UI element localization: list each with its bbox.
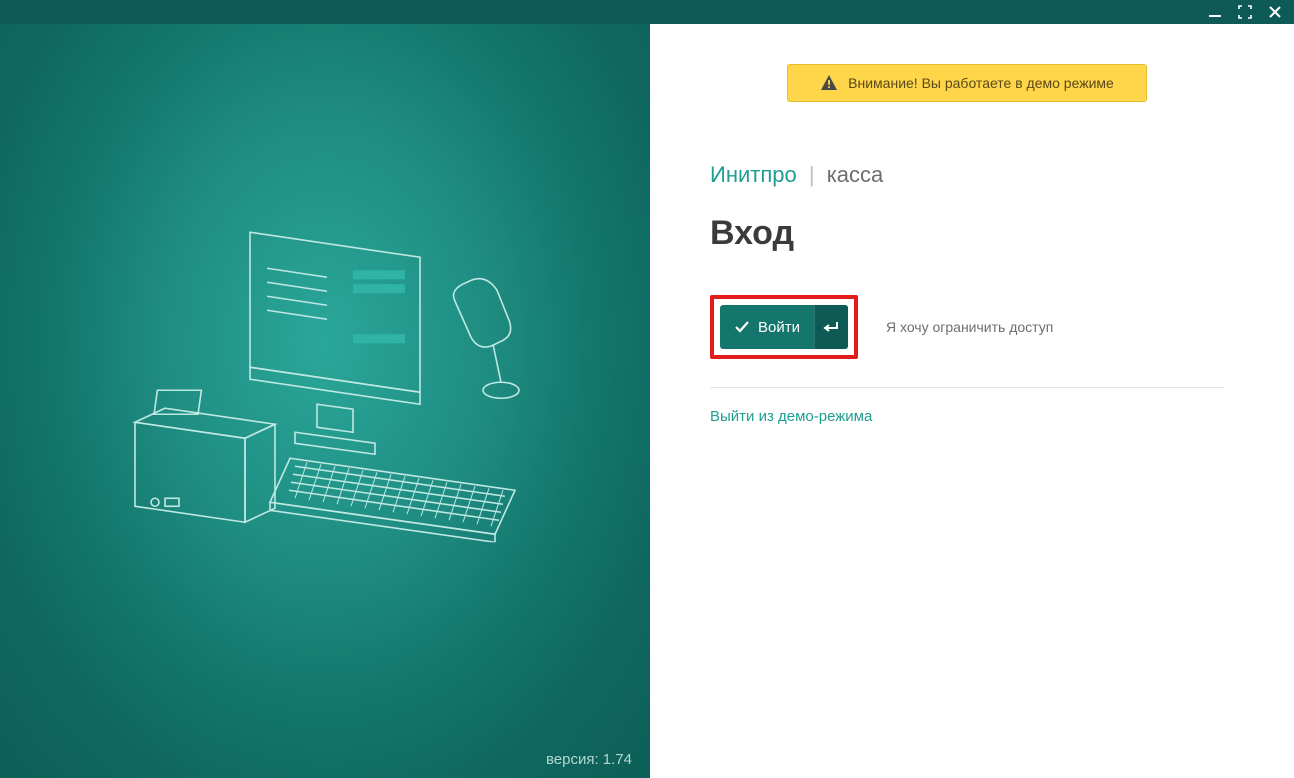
- pos-illustration-svg: [95, 222, 555, 542]
- exit-demo-link[interactable]: Выйти из демо-режима: [710, 408, 872, 425]
- version-value: 1.74: [603, 751, 632, 768]
- warning-icon: [820, 74, 838, 92]
- brand-separator: |: [809, 162, 815, 187]
- demo-mode-banner: Внимание! Вы работаете в демо режиме: [787, 64, 1147, 102]
- check-icon: [734, 319, 750, 335]
- titlebar: [0, 0, 1294, 24]
- demo-banner-text: Внимание! Вы работаете в демо режиме: [848, 75, 1114, 91]
- app-window: версия: 1.74 Внимание! Вы работаете в де…: [0, 0, 1294, 778]
- brand: Инитпро | касса: [710, 162, 1224, 188]
- enter-icon: [822, 320, 840, 334]
- fullscreen-button[interactable]: [1232, 2, 1258, 22]
- login-button[interactable]: Войти: [720, 305, 848, 349]
- close-icon: [1268, 5, 1282, 19]
- version-prefix: версия:: [546, 751, 599, 768]
- content: версия: 1.74 Внимание! Вы работаете в де…: [0, 24, 1294, 778]
- version-label: версия: 1.74: [546, 751, 632, 768]
- pos-illustration: [95, 222, 555, 547]
- login-pane: Внимание! Вы работаете в демо режиме Ини…: [650, 24, 1294, 778]
- actions-row: Войти Я хочу ограничить доступ: [710, 295, 1224, 388]
- brand-name: Инитпро: [710, 162, 797, 187]
- tutorial-highlight: Войти: [710, 295, 858, 359]
- login-button-label: Войти: [758, 319, 800, 336]
- brand-sub: касса: [827, 162, 884, 187]
- close-button[interactable]: [1262, 2, 1288, 22]
- hero-pane: версия: 1.74: [0, 24, 650, 778]
- enter-key-hint: [814, 305, 848, 349]
- minimize-icon: [1208, 5, 1222, 19]
- restrict-access-link[interactable]: Я хочу ограничить доступ: [886, 319, 1053, 335]
- page-title: Вход: [710, 214, 1224, 253]
- minimize-button[interactable]: [1202, 2, 1228, 22]
- fullscreen-icon: [1238, 5, 1252, 19]
